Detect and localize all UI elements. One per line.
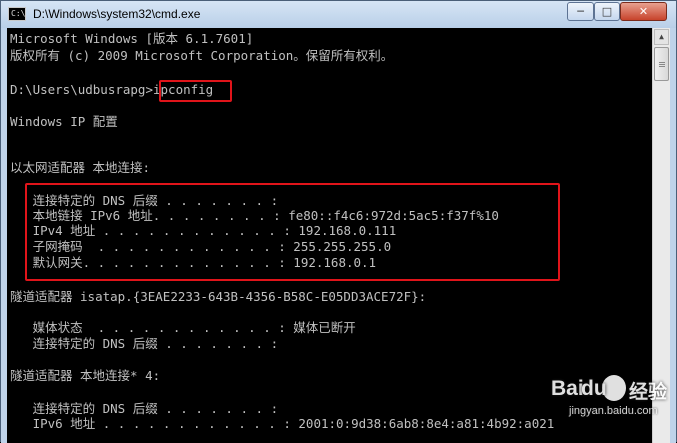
watermark-brand-du: du	[581, 377, 607, 400]
close-button[interactable]: ✕	[620, 2, 667, 21]
console-line: 连接特定的 DNS 后缀 . . . . . . . :	[10, 336, 279, 351]
minimize-button[interactable]: ─	[567, 2, 594, 21]
watermark-url: jingyan.baidu.com	[569, 405, 658, 417]
cmd-window: C:\ D:\Windows\system32\cmd.exe ─ □ ✕ Mi…	[0, 0, 677, 443]
watermark-brand-jingyan: 经验	[629, 381, 668, 403]
window-title: D:\Windows\system32\cmd.exe	[33, 7, 201, 21]
console-line: IPv6 地址 . . . . . . . . . . . . : 2001:0…	[10, 416, 555, 431]
watermark-brand-bai: Bai	[551, 377, 584, 400]
cmd-icon-text: C:\	[11, 9, 26, 18]
scroll-up-arrow-icon[interactable]: ▲	[654, 29, 669, 45]
console-line: 媒体状态 . . . . . . . . . . . . : 媒体已断开	[10, 320, 356, 335]
command-highlight-box	[159, 80, 232, 102]
console-line: Microsoft Windows [版本 6.1.7601]	[10, 31, 254, 46]
console-line: Windows IP 配置	[10, 114, 118, 129]
baidu-jingyan-watermark: Bai du 经验 jingyan.baidu.com	[551, 373, 677, 435]
title-bar[interactable]: C:\ D:\Windows\system32\cmd.exe ─ □ ✕	[1, 1, 676, 28]
console-line: 以太网适配器 本地连接:	[10, 160, 151, 175]
console-line: 隧道适配器 本地连接* 4:	[10, 368, 161, 383]
cmd-app-icon[interactable]: C:\	[8, 7, 26, 21]
maximize-button[interactable]: □	[594, 2, 620, 21]
console-line: 隧道适配器 isatap.{3EAE2233-643B-4356-B58C-E0…	[10, 289, 427, 304]
console-line: 连接特定的 DNS 后缀 . . . . . . . :	[10, 401, 279, 416]
console-line: 版权所有 (c) 2009 Microsoft Corporation。保留所有…	[10, 48, 394, 63]
scrollbar-thumb[interactable]	[654, 47, 669, 81]
ip-info-highlight-box	[25, 183, 560, 281]
